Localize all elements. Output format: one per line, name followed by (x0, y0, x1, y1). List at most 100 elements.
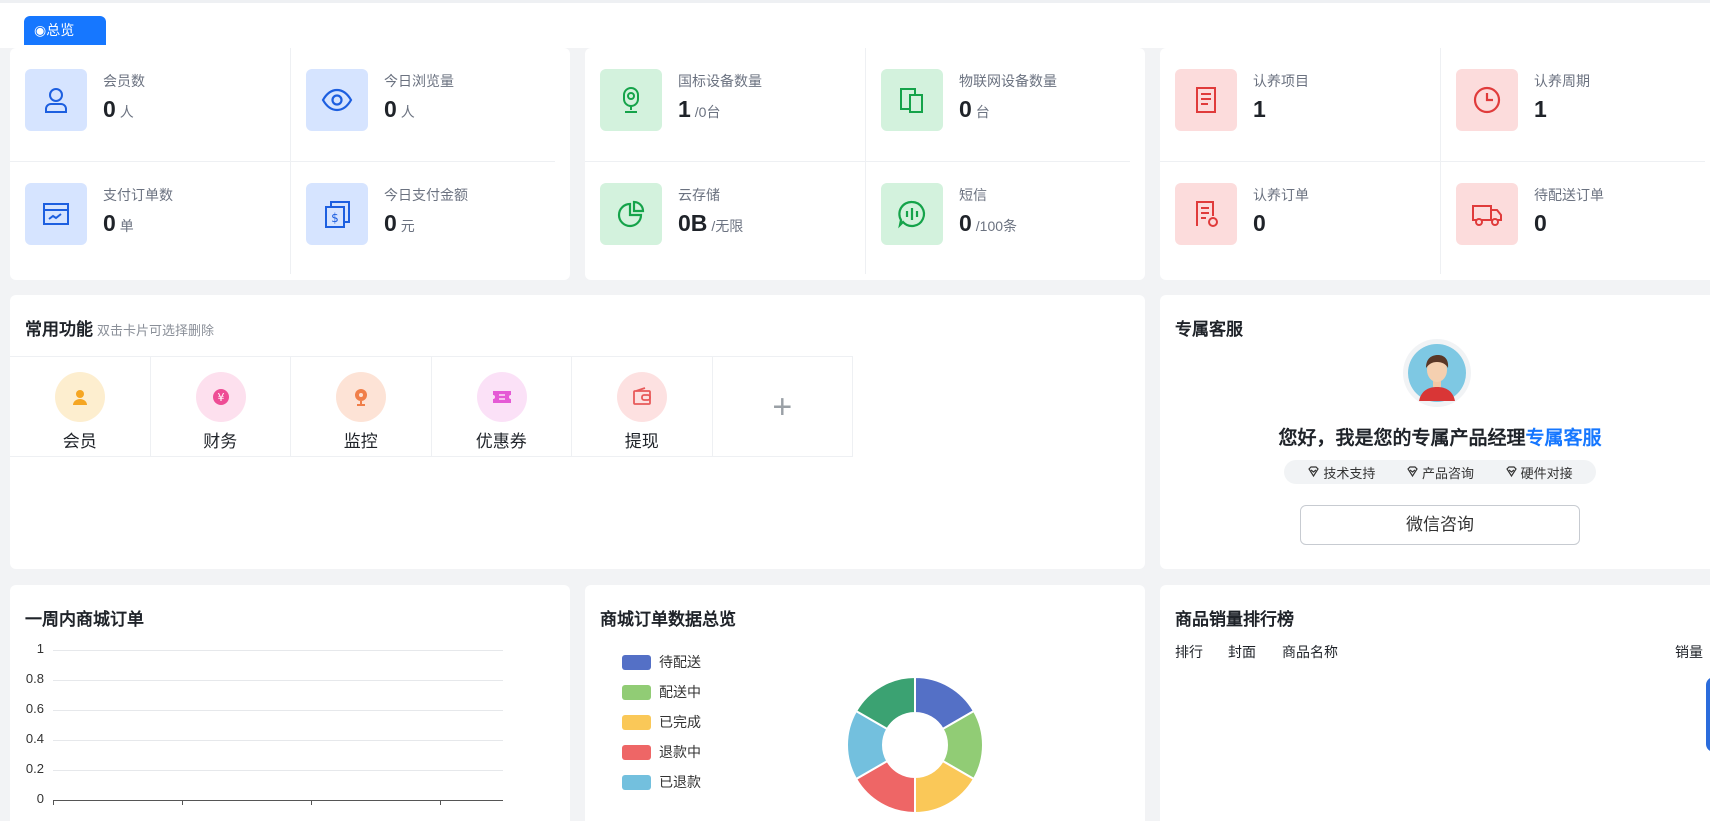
x-tick (311, 800, 312, 805)
x-tick (53, 800, 54, 805)
stat-value: 1 (1534, 96, 1547, 122)
legend-item[interactable]: 已退款 (622, 772, 701, 792)
legend-label: 配送中 (659, 684, 701, 700)
stat-label: 物联网设备数量 (959, 73, 1057, 89)
add-function-button[interactable]: + (713, 357, 853, 457)
cs-tag: 技术支持 (1307, 463, 1375, 482)
y-tick-label: 0 (36, 791, 44, 806)
function-card-coupon[interactable]: 优惠券 (432, 357, 572, 457)
cs-tag: 产品咨询 (1406, 463, 1474, 482)
section-title: 专属客服 (1175, 320, 1243, 339)
sms-icon (881, 183, 943, 245)
column-rank: 排行 (1175, 644, 1203, 660)
order-icon (1175, 183, 1237, 245)
stat-adoption-orders: 认养订单 0 (1160, 161, 1440, 274)
section-title: 商品销量排行榜 (1175, 610, 1294, 629)
payment-icon (25, 183, 87, 245)
stats-card-devices: 国标设备数量 1/0台 物联网设备数量 0台 云存储 0B/无限 短信 0/10… (585, 48, 1145, 280)
gridline (53, 740, 503, 741)
stats-card-adoption: 认养项目 1 认养周期 1 认养订单 0 待配送订单 0 (1160, 48, 1710, 280)
floating-side-button[interactable] (1706, 677, 1710, 752)
stat-value: 0元 (384, 210, 415, 236)
avatar (1403, 339, 1471, 407)
stat-value: 0单 (103, 210, 134, 236)
stat-cloud-storage: 云存储 0B/无限 (585, 161, 865, 274)
stat-gb-devices: 国标设备数量 1/0台 (585, 48, 865, 161)
stat-adoption-projects: 认养项目 1 (1160, 48, 1440, 161)
stat-paid-orders: 支付订单数 0单 (10, 161, 290, 274)
function-card-finance[interactable]: ¥ 财务 (151, 357, 291, 457)
stat-label: 云存储 (678, 187, 720, 203)
cs-greeting: 您好，我是您的专属产品经理专属客服 (1278, 428, 1602, 449)
legend-label: 待配送 (659, 654, 701, 670)
stat-label: 国标设备数量 (678, 73, 762, 89)
legend-swatch (622, 714, 651, 730)
gridline (53, 800, 503, 801)
legend-swatch (622, 684, 651, 700)
stats-card-members: 会员数 0人 今日浏览量 0人 支付订单数 0单 $ 今日支付金额 0元 (10, 48, 570, 280)
stat-label: 认养项目 (1253, 73, 1309, 89)
camera-icon (600, 69, 662, 131)
monitor-icon (336, 372, 386, 422)
stat-label: 支付订单数 (103, 187, 173, 203)
stat-value: 0B/无限 (678, 210, 744, 236)
finance-icon: ¥ (195, 372, 246, 422)
y-tick-label: 1 (36, 641, 44, 656)
x-tick (440, 800, 441, 805)
customer-service-card: 专属客服 您好，我是您的专属产品经理专属客服 技术支持 产品咨询 硬件对接 微信… (1160, 295, 1710, 569)
gridline (53, 710, 503, 711)
user-icon (25, 69, 87, 131)
stat-label: 会员数 (103, 73, 145, 89)
svg-text:$: $ (331, 211, 339, 225)
eye-icon (306, 69, 368, 131)
stat-label: 认养订单 (1253, 187, 1309, 203)
wechat-consult-button[interactable]: 微信咨询 (1300, 505, 1580, 545)
stat-views-today: 今日浏览量 0人 (290, 48, 570, 161)
legend-item[interactable]: 配送中 (622, 682, 701, 702)
function-card-withdraw[interactable]: 提现 (572, 357, 713, 457)
stat-value: 0台 (959, 96, 990, 122)
legend-label: 退款中 (659, 744, 701, 760)
legend-swatch (622, 654, 651, 670)
legend-item[interactable]: 退款中 (622, 742, 701, 762)
top-bar: ◉总览 (0, 0, 1710, 48)
stat-payment-amount: $ 今日支付金额 0元 (290, 161, 555, 274)
section-hint: 双击卡片可选择删除 (97, 323, 215, 338)
legend-item[interactable]: 已完成 (622, 712, 701, 732)
section-title: 常用功能 双击卡片可选择删除 (25, 320, 215, 339)
order-overview-card: 商城订单数据总览 待配送 配送中 已完成 退款中 已退款 (585, 585, 1145, 821)
money-icon: $ (306, 183, 368, 245)
gridline (53, 770, 503, 771)
gridline (53, 680, 503, 681)
stat-label: 今日支付金额 (384, 187, 468, 203)
column-sales: 销量 (1675, 644, 1703, 660)
svg-text:¥: ¥ (217, 391, 224, 404)
y-tick-label: 0.6 (25, 701, 44, 716)
stat-sms: 短信 0/100条 (865, 161, 1130, 274)
y-tick-label: 0.2 (25, 761, 44, 776)
function-grid: 会员 ¥ 财务 监控 优惠券 提现 + (10, 356, 853, 457)
member-icon (55, 372, 105, 422)
function-label: 财务 (203, 432, 238, 451)
function-card-monitor[interactable]: 监控 (291, 357, 432, 457)
legend-label: 已完成 (659, 714, 701, 730)
stat-value: 0人 (103, 96, 134, 122)
column-product-name: 商品名称 (1282, 644, 1338, 660)
stat-label: 短信 (959, 187, 987, 203)
withdraw-icon (617, 372, 667, 422)
weekly-orders-card: 一周内商城订单 1 0.8 0.6 0.4 0.2 0 (10, 585, 570, 821)
diamond-icon (1505, 466, 1517, 478)
diamond-icon (1407, 466, 1418, 478)
function-label: 提现 (624, 432, 659, 451)
stat-value: 0 (1534, 210, 1547, 236)
x-tick (182, 800, 183, 805)
tab-overview[interactable]: ◉总览 (24, 16, 106, 45)
chart-title: 一周内商城订单 (25, 610, 144, 629)
legend-item[interactable]: 待配送 (622, 652, 701, 672)
truck-icon (1456, 183, 1518, 245)
function-card-member[interactable]: 会员 (10, 357, 151, 457)
stat-value: 0/100条 (959, 210, 1018, 236)
y-tick-label: 0.8 (25, 671, 44, 686)
function-label: 优惠券 (475, 432, 527, 451)
function-label: 监控 (343, 432, 378, 451)
